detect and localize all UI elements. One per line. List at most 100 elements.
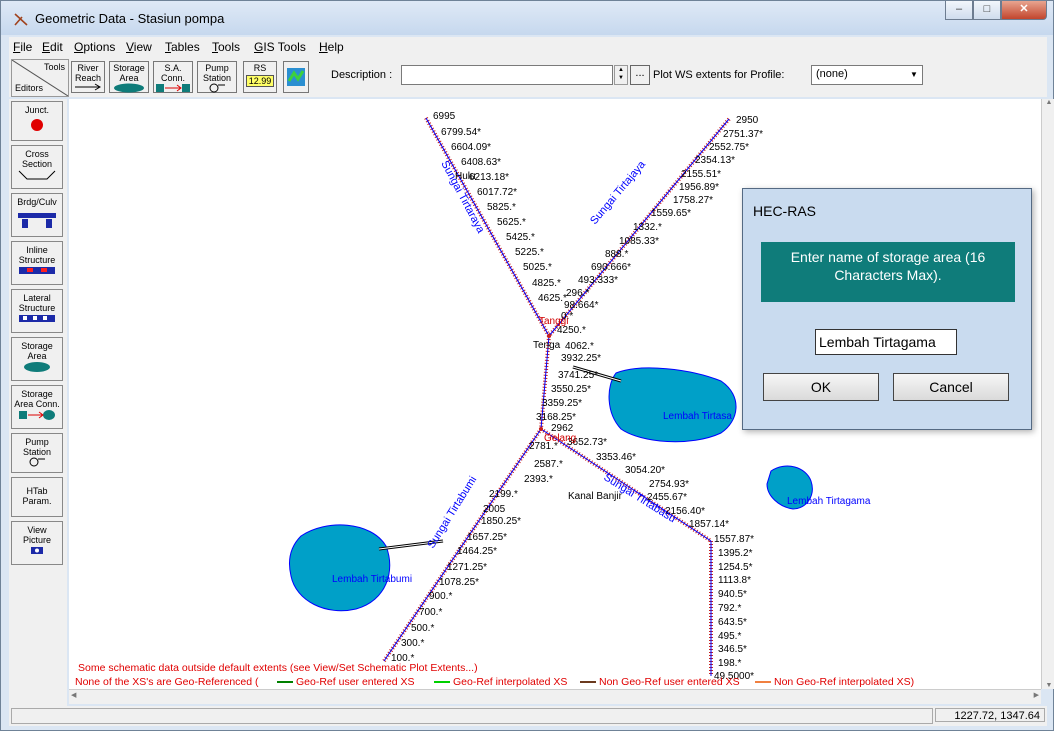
plot-ws-selected-value: (none)	[816, 68, 848, 80]
station-label: 4062.*	[565, 341, 594, 352]
menu-tools[interactable]: Tools	[212, 40, 240, 54]
station-label: 3550.25*	[551, 384, 591, 395]
station-label: 4825.*	[532, 278, 561, 289]
description-browse-button[interactable]: ...	[630, 65, 650, 85]
lateral-structure-icon	[19, 315, 55, 322]
editors-panel: Junct. Cross Section Brdg/Culv Inline St…	[9, 99, 67, 707]
station-label: 1085.33*	[619, 236, 659, 247]
station-label: 700.*	[419, 607, 442, 618]
ok-button[interactable]: OK	[763, 373, 879, 401]
horizontal-scrollbar[interactable]: ◀ ▶	[69, 689, 1041, 704]
editor-brdg-culv[interactable]: Brdg/Culv	[11, 193, 63, 237]
station-label: 940.5*	[718, 589, 747, 600]
editor-junct[interactable]: Junct.	[11, 101, 63, 141]
maximize-button[interactable]: □	[973, 1, 1001, 20]
menu-options[interactable]: Options	[74, 40, 115, 54]
camera-icon	[31, 547, 43, 554]
reach-label-tenga: Tenga	[533, 340, 561, 351]
menu-file[interactable]: File	[13, 40, 32, 54]
scroll-down-icon[interactable]: ▼	[1042, 682, 1054, 689]
storage-label-lembah-tirtabumi: Lembah Tirtabumi	[332, 574, 412, 585]
station-label: 2754.93*	[649, 479, 689, 490]
station-label: 6799.54*	[441, 127, 481, 138]
station-label: 5625.*	[497, 217, 526, 228]
menu-gis-tools[interactable]: GIS Tools	[254, 40, 306, 54]
station-label: 6408.63*	[461, 157, 501, 168]
station-label: 3054.20*	[625, 465, 665, 476]
editor-pump-station[interactable]: Pump Station	[11, 433, 63, 473]
station-label: 5225.*	[515, 247, 544, 258]
legend-georef-user: Geo-Ref user entered XS	[296, 676, 414, 688]
station-label: 1857.14*	[689, 519, 729, 530]
reach-label-kanal-banjir: Kanal Banjir	[568, 491, 623, 502]
storage-label-lembah-tirtasa: Lembah Tirtasa	[663, 411, 732, 422]
station-label: 3932.25*	[561, 353, 601, 364]
junction-icon	[31, 119, 43, 131]
minimize-button[interactable]: –	[945, 1, 973, 20]
vertical-scrollbar[interactable]: ▲ ▼	[1041, 99, 1054, 689]
scroll-up-icon[interactable]: ▲	[1042, 99, 1054, 106]
storage-area-name-dialog: HEC-RAS Enter name of storage area (16 C…	[742, 188, 1032, 430]
menu-help[interactable]: Help	[319, 40, 344, 54]
station-label: 643.5*	[718, 617, 747, 628]
station-label: 3359.25*	[542, 398, 582, 409]
sa-connection-icon	[156, 84, 190, 92]
legend-georef-interp: Geo-Ref interpolated XS	[453, 676, 567, 688]
station-label: 2354.13*	[695, 155, 735, 166]
station-label: 888.*	[605, 249, 628, 260]
pump-station-button[interactable]: Pump Station	[197, 61, 237, 93]
menu-view[interactable]: View	[126, 40, 152, 54]
map-button[interactable]	[283, 61, 309, 93]
description-label: Description :	[331, 69, 393, 81]
editor-lateral-structure[interactable]: Lateral Structure	[11, 289, 63, 333]
station-label: 690.666*	[591, 262, 631, 273]
storage-area-icon	[24, 362, 50, 372]
plot-ws-label: Plot WS extents for Profile:	[653, 69, 785, 81]
rs-button[interactable]: RS 12.99	[243, 61, 277, 93]
storage-area-lembah-tirtabumi[interactable]	[288, 524, 391, 612]
editor-storage-area-conn[interactable]: Storage Area Conn.	[11, 385, 63, 429]
legend-nongeoref-interp: Non Geo-Ref interpolated XS)	[774, 676, 914, 688]
editor-label: Lateral Structure	[18, 293, 56, 313]
editor-htab-param[interactable]: HTab Param.	[11, 477, 63, 517]
menu-tables[interactable]: Tables	[165, 40, 200, 54]
reach-label-gelang: Gelang	[544, 433, 576, 444]
storage-label-lembah-tirtagama: Lembah Tirtagama	[787, 496, 871, 507]
editor-inline-structure[interactable]: Inline Structure	[11, 241, 63, 285]
editor-cross-section[interactable]: Cross Section	[11, 145, 63, 189]
editor-storage-area[interactable]: Storage Area	[11, 337, 63, 381]
georef-warning: None of the XS's are Geo-Referenced (	[75, 676, 259, 688]
station-label: 1395.2*	[718, 548, 753, 559]
editor-view-picture[interactable]: View Picture	[11, 521, 63, 565]
sa-connection-icon	[19, 410, 55, 420]
description-input[interactable]	[401, 65, 613, 85]
legend-nongeoref-user: Non Geo-Ref user entered XS	[599, 676, 740, 688]
cancel-button[interactable]: Cancel	[893, 373, 1009, 401]
station-label: 1113.8*	[718, 575, 751, 586]
plot-ws-profile-select[interactable]: (none) ▼	[811, 65, 923, 85]
station-label: 1271.25*	[447, 562, 487, 573]
close-button[interactable]: ✕	[1001, 1, 1047, 20]
station-label: 1332.*	[633, 222, 662, 233]
storage-area-button[interactable]: Storage Area	[109, 61, 149, 93]
pump-icon	[209, 83, 225, 93]
station-label: 3741.25*	[558, 370, 598, 381]
station-label: 2393.*	[524, 474, 553, 485]
river-reach-button[interactable]: River Reach	[71, 61, 105, 93]
station-label: 2005	[483, 504, 506, 515]
bridge-icon	[18, 213, 56, 228]
station-label: 346.5*	[718, 644, 747, 655]
station-label: 1956.89*	[679, 182, 719, 193]
scroll-left-icon[interactable]: ◀	[71, 691, 76, 699]
description-spinner[interactable]: ▲ ▼	[614, 65, 628, 85]
station-label: 300.*	[401, 638, 424, 649]
map-icon	[287, 68, 305, 86]
storage-area-name-input[interactable]: Lembah Tirtagama	[815, 329, 957, 355]
inline-structure-icon	[19, 267, 55, 274]
menu-edit[interactable]: Edit	[42, 40, 63, 54]
pump-icon	[29, 457, 45, 467]
storage-area-lembah-tirtasa[interactable]	[608, 367, 737, 443]
sa-conn-button[interactable]: S.A. Conn.	[153, 61, 193, 93]
river-label-sungai-tirtajaya: Sungai Tirtajaya	[588, 158, 648, 227]
scroll-right-icon[interactable]: ▶	[1034, 691, 1039, 699]
